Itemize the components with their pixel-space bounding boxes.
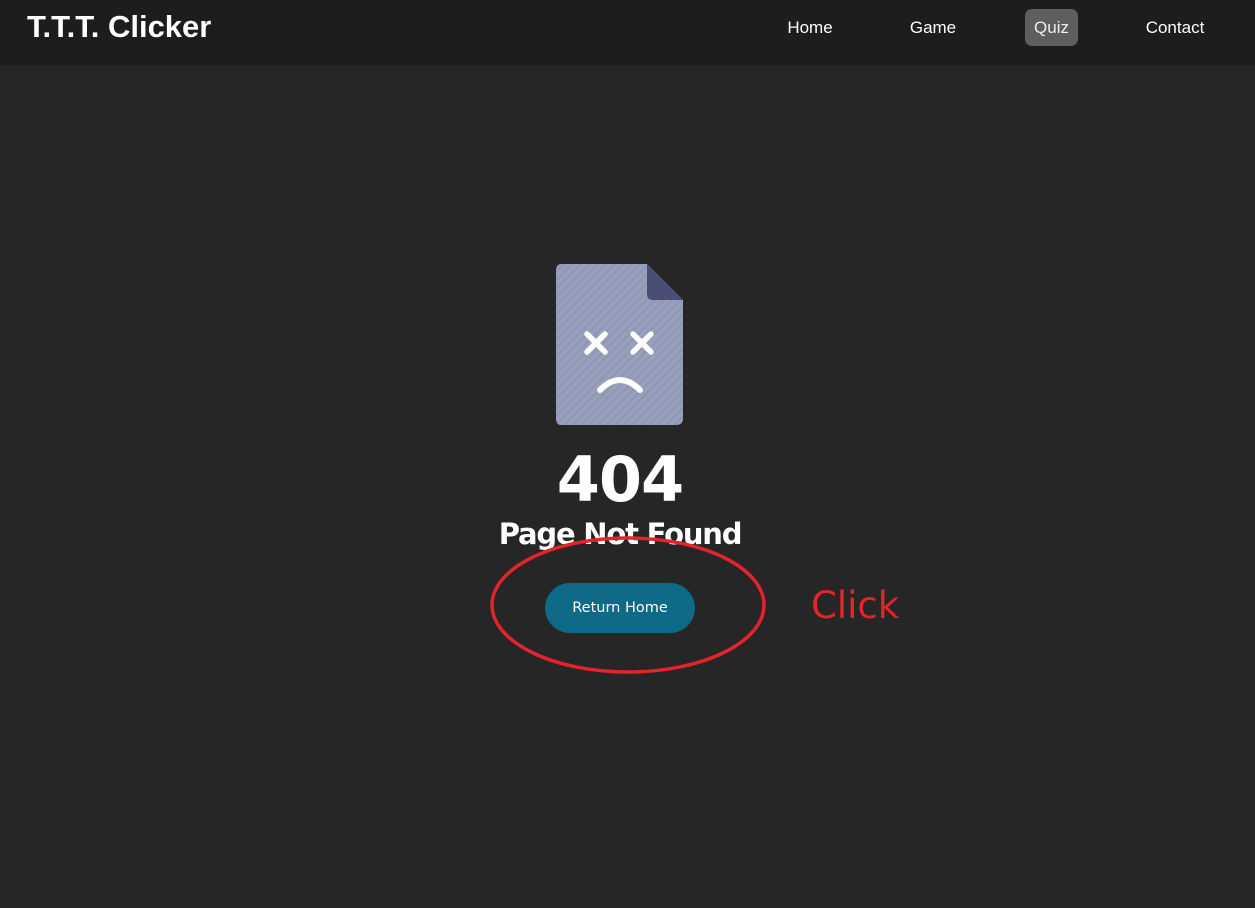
nav-game-link[interactable]: Game [903, 9, 963, 46]
top-navbar: T.T.T. Clicker Home Game Quiz Contact [0, 0, 1255, 65]
nav-quiz-link[interactable]: Quiz [1025, 9, 1078, 46]
nav-contact-link[interactable]: Contact [1140, 9, 1210, 46]
return-home-button[interactable]: Return Home [545, 583, 695, 633]
error-title: Page Not Found [498, 517, 743, 551]
site-logo[interactable]: T.T.T. Clicker [27, 8, 211, 46]
sad-file-icon [556, 264, 683, 425]
nav-home-link[interactable]: Home [780, 9, 840, 46]
annotation-label: Click [811, 584, 900, 627]
error-code: 404 [556, 443, 684, 516]
